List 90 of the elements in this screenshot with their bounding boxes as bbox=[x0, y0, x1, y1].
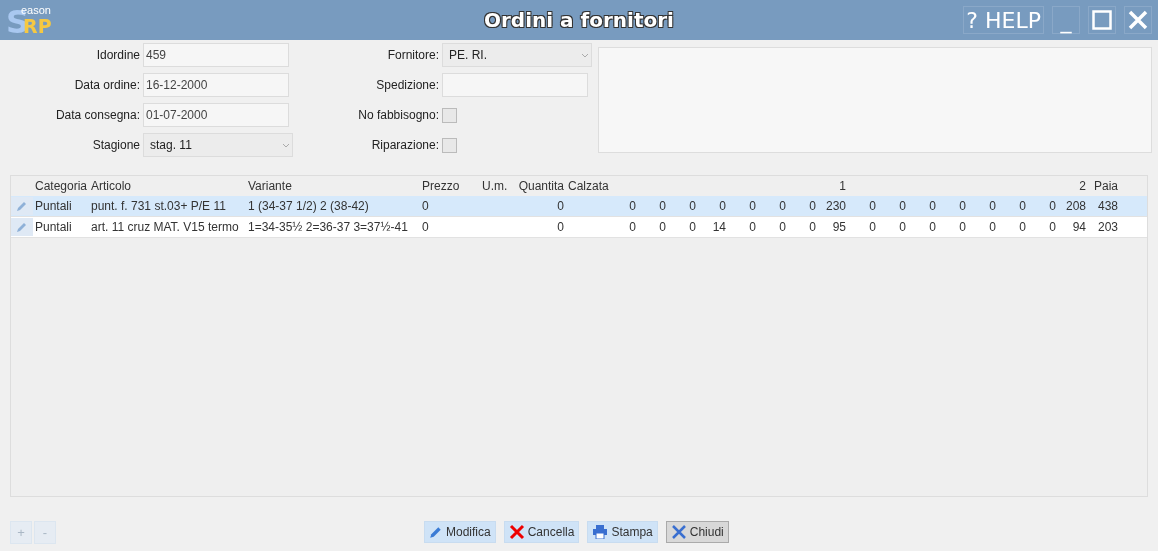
table-cell-text: 0 bbox=[778, 199, 787, 213]
table-cell-text: 0 bbox=[808, 220, 817, 234]
maximize-button[interactable] bbox=[1088, 6, 1116, 34]
table-cell-text: art. 11 cruz MAT. V15 termo bbox=[90, 220, 240, 234]
table-cell-text: 0 bbox=[628, 220, 637, 234]
pencil-icon bbox=[429, 525, 443, 539]
column-header: Articolo bbox=[90, 179, 132, 193]
column-header: Variante bbox=[247, 179, 293, 193]
table-cell-text: 0 bbox=[898, 220, 907, 234]
delete-button[interactable]: Cancella bbox=[503, 521, 580, 543]
chevron-icon bbox=[581, 52, 589, 58]
pencil-icon bbox=[16, 221, 28, 233]
chevron-icon bbox=[282, 142, 290, 148]
notes-field[interactable] bbox=[598, 47, 1152, 153]
table-cell-text: 0 bbox=[928, 199, 937, 213]
table-cell-text: 14 bbox=[711, 220, 727, 234]
table-cell-text: 1 (34-37 1/2) 2 (38-42) bbox=[247, 199, 370, 213]
table-cell-text: 0 bbox=[748, 199, 757, 213]
field-label: Spedizione: bbox=[375, 78, 439, 92]
text-field[interactable] bbox=[442, 73, 588, 97]
table-cell-text: 0 bbox=[718, 199, 727, 213]
table-cell-text: 0 bbox=[988, 199, 997, 213]
table-cell-text: 0 bbox=[808, 199, 817, 213]
table-cell-text: 203 bbox=[1096, 220, 1119, 234]
table-cell-text: 1=34-35½ 2=36-37 3=37½-41 bbox=[247, 220, 409, 234]
table-cell-text: 0 bbox=[748, 220, 757, 234]
table-cell-text: 0 bbox=[556, 199, 565, 213]
table-cell-text: Puntali bbox=[34, 220, 73, 234]
text-field[interactable]: 01-07-2000 bbox=[143, 103, 289, 127]
field-label: Data consegna: bbox=[54, 108, 140, 122]
table-cell-text: 208 bbox=[1064, 199, 1087, 213]
column-header: Categoria bbox=[34, 179, 89, 193]
close-icon bbox=[670, 524, 687, 540]
column-header: 1 bbox=[838, 179, 847, 193]
table-cell-text: 0 bbox=[688, 220, 697, 234]
checkbox[interactable] bbox=[442, 107, 457, 123]
field-label: Fornitore: bbox=[386, 48, 439, 62]
table-cell-text: 0 bbox=[1048, 199, 1057, 213]
edit-row-button[interactable] bbox=[11, 218, 33, 236]
table-cell-text: 0 bbox=[868, 199, 877, 213]
table-cell-text: 0 bbox=[928, 220, 937, 234]
checkbox[interactable] bbox=[442, 137, 457, 153]
cross-icon bbox=[508, 524, 525, 540]
print-button[interactable]: Stampa bbox=[587, 521, 658, 543]
column-header: Quantita bbox=[517, 179, 565, 193]
table-cell-text: Puntali bbox=[34, 199, 73, 213]
column-header: Prezzo bbox=[421, 179, 461, 193]
table-cell-text: 0 bbox=[958, 199, 967, 213]
table-cell-text: 438 bbox=[1096, 199, 1119, 213]
edit-row-button[interactable] bbox=[11, 197, 33, 215]
text-field[interactable]: 459 bbox=[143, 43, 289, 67]
table-cell-text: 0 bbox=[556, 220, 565, 234]
table-cell-text: 0 bbox=[1018, 199, 1027, 213]
table-cell-text: 95 bbox=[831, 220, 847, 234]
column-header: Paia bbox=[1092, 179, 1119, 193]
dropdown[interactable]: stag. 11 bbox=[143, 133, 293, 157]
table-cell-text: 0 bbox=[778, 220, 787, 234]
table-cell-text: 0 bbox=[898, 199, 907, 213]
edit-button[interactable]: Modifica bbox=[424, 521, 496, 543]
field-label: Data ordine: bbox=[73, 78, 140, 92]
column-header: U.m. bbox=[481, 179, 508, 193]
dropdown[interactable]: PE. RI. bbox=[442, 43, 592, 67]
table-cell-text: 94 bbox=[1071, 220, 1087, 234]
table-cell-text: 0 bbox=[688, 199, 697, 213]
table-cell-text: punt. f. 731 st.03+ P/E 11 bbox=[90, 199, 227, 213]
pencil-icon bbox=[16, 200, 28, 212]
table-cell-text: 0 bbox=[421, 220, 430, 234]
column-header: 2 bbox=[1078, 179, 1087, 193]
field-label: No fabbisogno: bbox=[357, 108, 439, 122]
table-cell-text: 0 bbox=[868, 220, 877, 234]
table-cell-text: 0 bbox=[1018, 220, 1027, 234]
table-cell-text: 0 bbox=[988, 220, 997, 234]
column-header: Calzata bbox=[567, 179, 608, 193]
table-cell-text: 0 bbox=[958, 220, 967, 234]
table-cell-text: 0 bbox=[1048, 220, 1057, 234]
table-cell-text: 0 bbox=[658, 199, 667, 213]
window-title: Ordini a fornitori bbox=[484, 8, 674, 32]
field-label: Idordine bbox=[95, 48, 140, 62]
table-cell-text: 0 bbox=[628, 199, 637, 213]
printer-icon bbox=[592, 525, 609, 539]
text-field[interactable]: 16-12-2000 bbox=[143, 73, 289, 97]
table-row[interactable]: Puntali punt. f. 731 st.03+ P/E 11 1 (34-37 1/2) 2 (38-42) 0 0 0 0 0 0 0 0 0 230 0 0 0 0 0 0 0 208 438 bbox=[11, 196, 1147, 217]
close-button[interactable]: Chiudi bbox=[665, 521, 729, 543]
table-cell-text: 0 bbox=[421, 199, 430, 213]
close-button[interactable] bbox=[1124, 6, 1152, 34]
field-label: Stagione bbox=[91, 138, 140, 152]
table-cell-text: 0 bbox=[658, 220, 667, 234]
table-cell-text: 230 bbox=[824, 199, 847, 213]
table-row[interactable]: Puntali art. 11 cruz MAT. V15 termo 1=34-35½ 2=36-37 3=37½-41 0 0 0 0 0 14 0 0 0 95 0 0 0 0 0 0 0 94 203 bbox=[11, 217, 1147, 238]
field-label: Riparazione: bbox=[370, 138, 439, 152]
